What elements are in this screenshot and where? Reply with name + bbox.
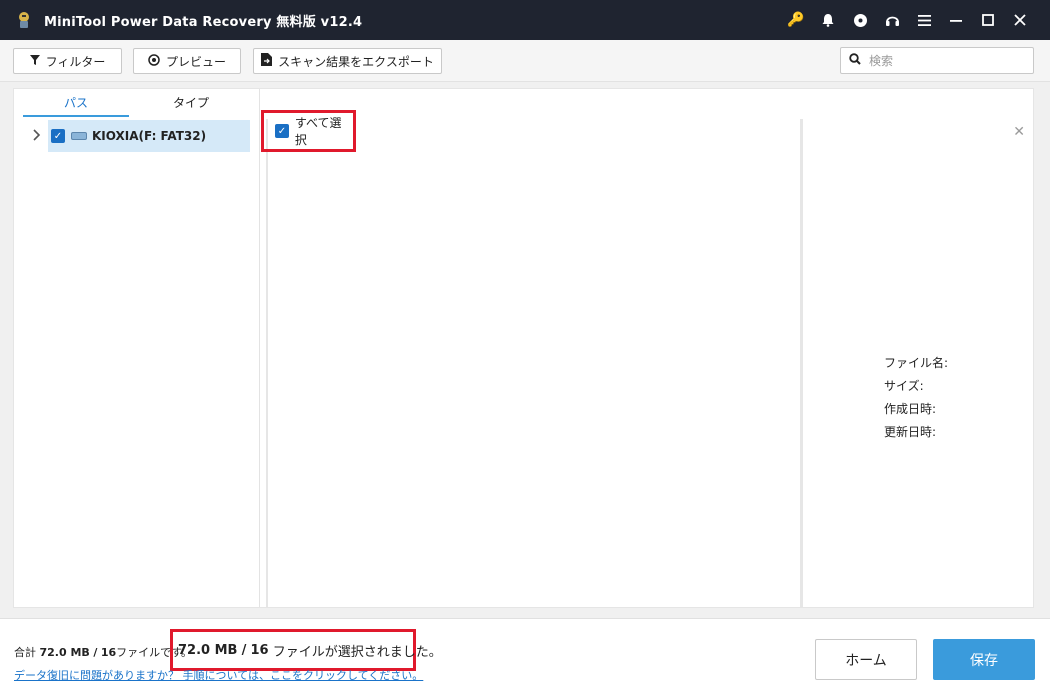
preview-button-label: プレビュー	[165, 54, 226, 69]
app-logo-icon	[19, 12, 29, 28]
filter-icon	[29, 54, 40, 68]
selected-size: 72.0 MB	[178, 642, 238, 658]
window-title: MiniTool Power Data Recovery 無料版 v12.4	[44, 14, 363, 30]
menu-icon[interactable]	[908, 0, 940, 40]
tab-path[interactable]: パス	[23, 93, 129, 117]
bell-icon[interactable]	[812, 0, 844, 40]
total-count: 16	[100, 646, 117, 659]
preview-divider[interactable]	[800, 119, 803, 607]
drive-label: KIOXIA(F: FAT32)	[92, 129, 207, 143]
close-preview-icon[interactable]: ✕	[1013, 124, 1025, 140]
search-icon	[849, 53, 861, 68]
selected-count: 16	[250, 642, 269, 658]
filter-button-label: フィルター	[45, 54, 106, 69]
maximize-icon[interactable]	[972, 0, 1004, 40]
select-all-label: すべて選択	[294, 116, 342, 147]
tab-type[interactable]: タイプ	[138, 93, 244, 117]
search-input[interactable]	[869, 53, 1019, 68]
key-icon[interactable]: 🔑	[780, 0, 812, 40]
headset-icon[interactable]	[876, 0, 908, 40]
preview-panel: ✕ ファイル名: サイズ: 作成日時: 更新日時:	[804, 119, 1033, 607]
total-separator: /	[93, 646, 98, 659]
selected-separator: /	[241, 642, 247, 658]
save-button[interactable]: 保存	[933, 639, 1035, 680]
total-size: 72.0 MB	[39, 646, 90, 659]
file-size-label: サイズ:	[884, 379, 924, 393]
disc-icon[interactable]	[844, 0, 876, 40]
export-button[interactable]: スキャン結果をエクスポート	[253, 48, 442, 74]
file-list-area	[269, 119, 800, 607]
eye-icon	[148, 53, 160, 69]
footer: 合計 72.0 MB / 16ファイルです。 72.0 MB / 16 ファイル…	[0, 618, 1050, 700]
export-file-icon	[261, 53, 273, 69]
file-created-label: 作成日時:	[884, 402, 937, 416]
window-controls: 🔑	[780, 0, 1036, 40]
chevron-right-icon[interactable]	[33, 129, 45, 143]
file-info: ファイル名: サイズ: 作成日時: 更新日時:	[884, 352, 948, 444]
selected-suffix: ファイルが選択されました。	[272, 644, 442, 660]
select-all-checkbox[interactable]: ✓	[275, 124, 289, 138]
filter-button[interactable]: フィルター	[13, 48, 122, 74]
close-icon[interactable]	[1004, 0, 1036, 40]
drive-icon	[71, 132, 87, 140]
help-link[interactable]: データ復旧に問題がありますか？ 手順については、ここをクリックしてください。	[14, 667, 423, 683]
file-name-label: ファイル名:	[884, 356, 949, 370]
preview-button[interactable]: プレビュー	[133, 48, 241, 74]
selected-summary: 72.0 MB / 16 ファイルが選択されました。	[170, 629, 442, 671]
tree-item-drive[interactable]: ✓ KIOXIA(F: FAT32)	[48, 120, 250, 152]
results-panel: パス タイプ ✓ KIOXIA(F: FAT32) ✓ すべて選択 ✕ ファイル…	[13, 88, 1034, 608]
select-all-highlight: ✓ すべて選択	[261, 110, 356, 152]
search-box[interactable]	[840, 47, 1034, 74]
tree-panel: パス タイプ ✓ KIOXIA(F: FAT32)	[14, 89, 260, 607]
view-tabs: パス タイプ	[23, 93, 255, 117]
drive-checkbox[interactable]: ✓	[51, 129, 65, 143]
export-button-label: スキャン結果をエクスポート	[278, 54, 434, 69]
minimize-icon[interactable]	[940, 0, 972, 40]
panel-divider[interactable]	[266, 119, 268, 607]
total-summary: 合計 72.0 MB / 16ファイルです。	[14, 644, 192, 660]
total-prefix: 合計	[14, 646, 36, 659]
toolbar: フィルター プレビュー スキャン結果をエクスポート	[0, 40, 1050, 82]
file-modified-label: 更新日時:	[884, 425, 937, 439]
home-button[interactable]: ホーム	[815, 639, 917, 680]
title-bar: MiniTool Power Data Recovery 無料版 v12.4 🔑	[0, 0, 1050, 40]
